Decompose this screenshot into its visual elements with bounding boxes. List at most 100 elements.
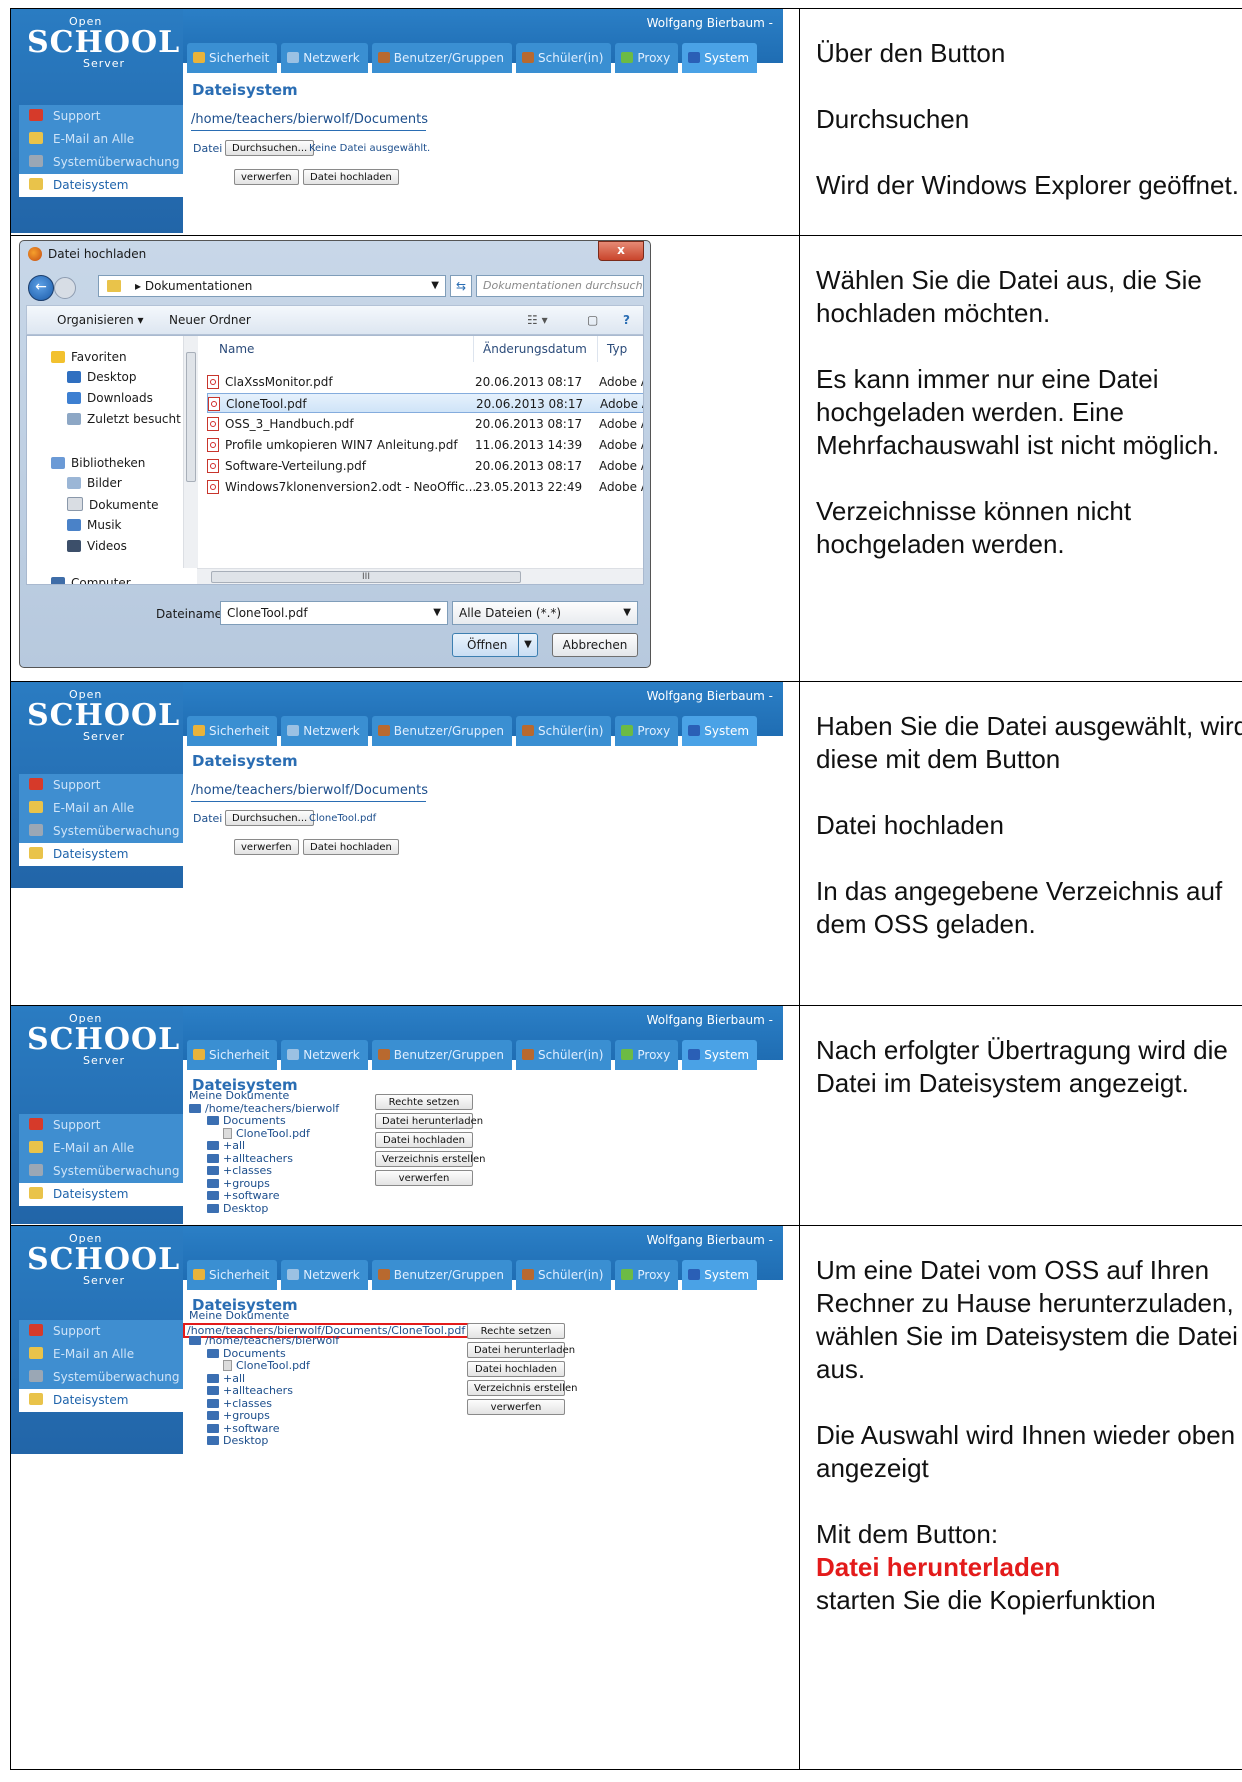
tab-netzwerk[interactable]: Netzwerk [281, 716, 368, 746]
list-item[interactable]: Profile umkopieren WIN7 Anleitung.pdf 11.… [207, 435, 643, 455]
horizontal-scrollbar[interactable]: III [197, 568, 643, 584]
nav-desktop[interactable]: Desktop [67, 370, 137, 384]
nav-recent[interactable]: Zuletzt besucht [67, 412, 181, 426]
tab-proxy[interactable]: Proxy [615, 43, 679, 73]
nav-dateisystem[interactable]: Dateisystem [19, 1183, 183, 1206]
download-button[interactable]: Datei herunterladen [467, 1342, 575, 1358]
column-type[interactable]: Typ [607, 342, 627, 356]
nav-dateisystem[interactable]: Dateisystem [19, 174, 183, 197]
list-item[interactable]: Software-Verteilung.pdf 20.06.2013 08:17 A… [207, 456, 643, 476]
column-name[interactable]: Name [219, 342, 254, 356]
upload-button[interactable]: Datei hochladen [375, 1132, 473, 1148]
upload-button[interactable]: Datei hochladen [303, 839, 399, 855]
help-icon[interactable]: ? [623, 313, 630, 327]
refresh-icon[interactable]: ⇆ [450, 275, 472, 297]
column-date[interactable]: Änderungsdatum [483, 342, 587, 356]
rechte-setzen-button[interactable]: Rechte setzen [467, 1323, 565, 1339]
tab-system[interactable]: System [682, 1260, 758, 1290]
search-input[interactable]: Dokumentationen durchsuchen [476, 275, 644, 297]
list-item-selected[interactable]: CloneTool.pdf20.06.2013 08:17Adobe Ac [207, 393, 643, 413]
tree-file[interactable]: CloneTool.pdf [189, 1127, 339, 1141]
proxy-icon [621, 1269, 634, 1280]
view-icon[interactable]: ☷ ▾ [527, 313, 548, 327]
nav-libraries[interactable]: Bibliotheken [51, 456, 145, 470]
nav-dateisystem[interactable]: Dateisystem [19, 1389, 183, 1412]
nav-support[interactable]: Support [19, 774, 183, 797]
tab-schueler[interactable]: Schüler(in) [516, 716, 612, 746]
cancel-button[interactable]: Abbrechen [552, 633, 638, 657]
upload-button[interactable]: Datei hochladen [467, 1361, 565, 1377]
tab-system[interactable]: System [682, 716, 758, 746]
create-folder-button[interactable]: Verzeichnis erstellen [467, 1380, 577, 1396]
nav-favorites[interactable]: Favoriten [51, 350, 127, 364]
tab-system[interactable]: System [682, 43, 758, 73]
tree-folder[interactable]: Desktop [189, 1434, 339, 1448]
address-bar: ← ▸ Dokumentationen ▼ ⇆ Dokumentationen d… [26, 273, 644, 301]
tab-schueler[interactable]: Schüler(in) [516, 43, 612, 73]
create-folder-button[interactable]: Verzeichnis erstellen [375, 1151, 485, 1167]
nav-documents[interactable]: Dokumente [67, 497, 159, 512]
tab-schueler[interactable]: Schüler(in) [516, 1260, 612, 1290]
list-item[interactable]: OSS_3_Handbuch.pdf 20.06.2013 08:17 Adobe … [207, 414, 643, 434]
browse-button[interactable]: Durchsuchen... [225, 810, 315, 826]
nav-email[interactable]: E-Mail an Alle [19, 128, 183, 151]
tab-netzwerk[interactable]: Netzwerk [281, 43, 368, 73]
browse-button[interactable]: Durchsuchen... [225, 140, 315, 156]
nav-computer[interactable]: Computer [51, 576, 131, 584]
tab-netzwerk[interactable]: Netzwerk [281, 1260, 368, 1290]
nav-email[interactable]: E-Mail an Alle [19, 1343, 183, 1366]
upload-button[interactable]: Datei hochladen [303, 169, 399, 185]
tab-benutzer-gruppen[interactable]: Benutzer/Gruppen [371, 716, 512, 746]
nav-support[interactable]: Support [19, 1320, 183, 1343]
tab-proxy[interactable]: Proxy [615, 716, 679, 746]
tab-sicherheit[interactable]: Sicherheit [187, 1260, 278, 1290]
new-folder-button[interactable]: Neuer Ordner [169, 313, 251, 327]
nav-email[interactable]: E-Mail an Alle [19, 797, 183, 820]
tab-netzwerk[interactable]: Netzwerk [281, 1040, 368, 1070]
close-button[interactable]: x [598, 241, 644, 261]
preview-pane-icon[interactable]: ▢ [587, 313, 598, 327]
pdf-icon [207, 375, 219, 389]
list-item[interactable]: ClaXssMonitor.pdf20.06.2013 08:17Adobe A… [207, 372, 643, 392]
nav-downloads[interactable]: Downloads [67, 391, 153, 405]
nav-support[interactable]: Support [19, 105, 183, 128]
address-field[interactable]: ▸ Dokumentationen ▼ [98, 275, 446, 297]
tree-folder[interactable]: Desktop [189, 1202, 339, 1216]
discard-button[interactable]: verwerfen [234, 169, 299, 185]
nav-support[interactable]: Support [19, 1114, 183, 1137]
rechte-setzen-button[interactable]: Rechte setzen [375, 1094, 473, 1110]
nav-videos[interactable]: Videos [67, 539, 127, 553]
tab-sicherheit[interactable]: Sicherheit [187, 1040, 278, 1070]
tab-sicherheit[interactable]: Sicherheit [187, 43, 278, 73]
nav-monitoring[interactable]: Systemüberwachung [19, 151, 183, 174]
download-button[interactable]: Datei herunterladen [375, 1113, 483, 1129]
tab-proxy[interactable]: Proxy [615, 1040, 679, 1070]
tab-benutzer-gruppen[interactable]: Benutzer/Gruppen [371, 1040, 512, 1070]
discard-button[interactable]: verwerfen [467, 1399, 565, 1415]
filename-input[interactable]: CloneTool.pdf ▼ [220, 601, 448, 625]
back-icon[interactable]: ← [28, 275, 54, 301]
discard-button[interactable]: verwerfen [375, 1170, 473, 1186]
organize-menu[interactable]: Organisieren ▾ [57, 313, 144, 327]
open-button[interactable]: Öffnen ▼ [452, 633, 538, 657]
nav-email[interactable]: E-Mail an Alle [19, 1137, 183, 1160]
discard-button[interactable]: verwerfen [234, 839, 299, 855]
tab-system[interactable]: System [682, 1040, 758, 1070]
tab-schueler[interactable]: Schüler(in) [516, 1040, 612, 1070]
tree-file[interactable]: CloneTool.pdf [189, 1359, 339, 1373]
file-type-select[interactable]: Alle Dateien (*.*) ▼ [452, 601, 638, 625]
nav-pictures[interactable]: Bilder [67, 476, 122, 490]
nav-monitoring[interactable]: Systemüberwachung [19, 820, 183, 843]
nav-monitoring[interactable]: Systemüberwachung [19, 1366, 183, 1389]
tab-sicherheit[interactable]: Sicherheit [187, 716, 278, 746]
tab-proxy[interactable]: Proxy [615, 1260, 679, 1290]
nav-monitoring[interactable]: Systemüberwachung [19, 1160, 183, 1183]
tab-benutzer-gruppen[interactable]: Benutzer/Gruppen [371, 1260, 512, 1290]
tab-benutzer-gruppen[interactable]: Benutzer/Gruppen [371, 43, 512, 73]
forward-icon[interactable] [54, 277, 76, 299]
nav-scrollbar[interactable] [183, 336, 198, 568]
list-item[interactable]: Windows7klonenversion2.odt - NeoOffic...… [207, 477, 643, 497]
chevron-down-icon[interactable]: ▼ [518, 634, 537, 656]
nav-music[interactable]: Musik [67, 518, 122, 532]
nav-dateisystem[interactable]: Dateisystem [19, 843, 183, 866]
